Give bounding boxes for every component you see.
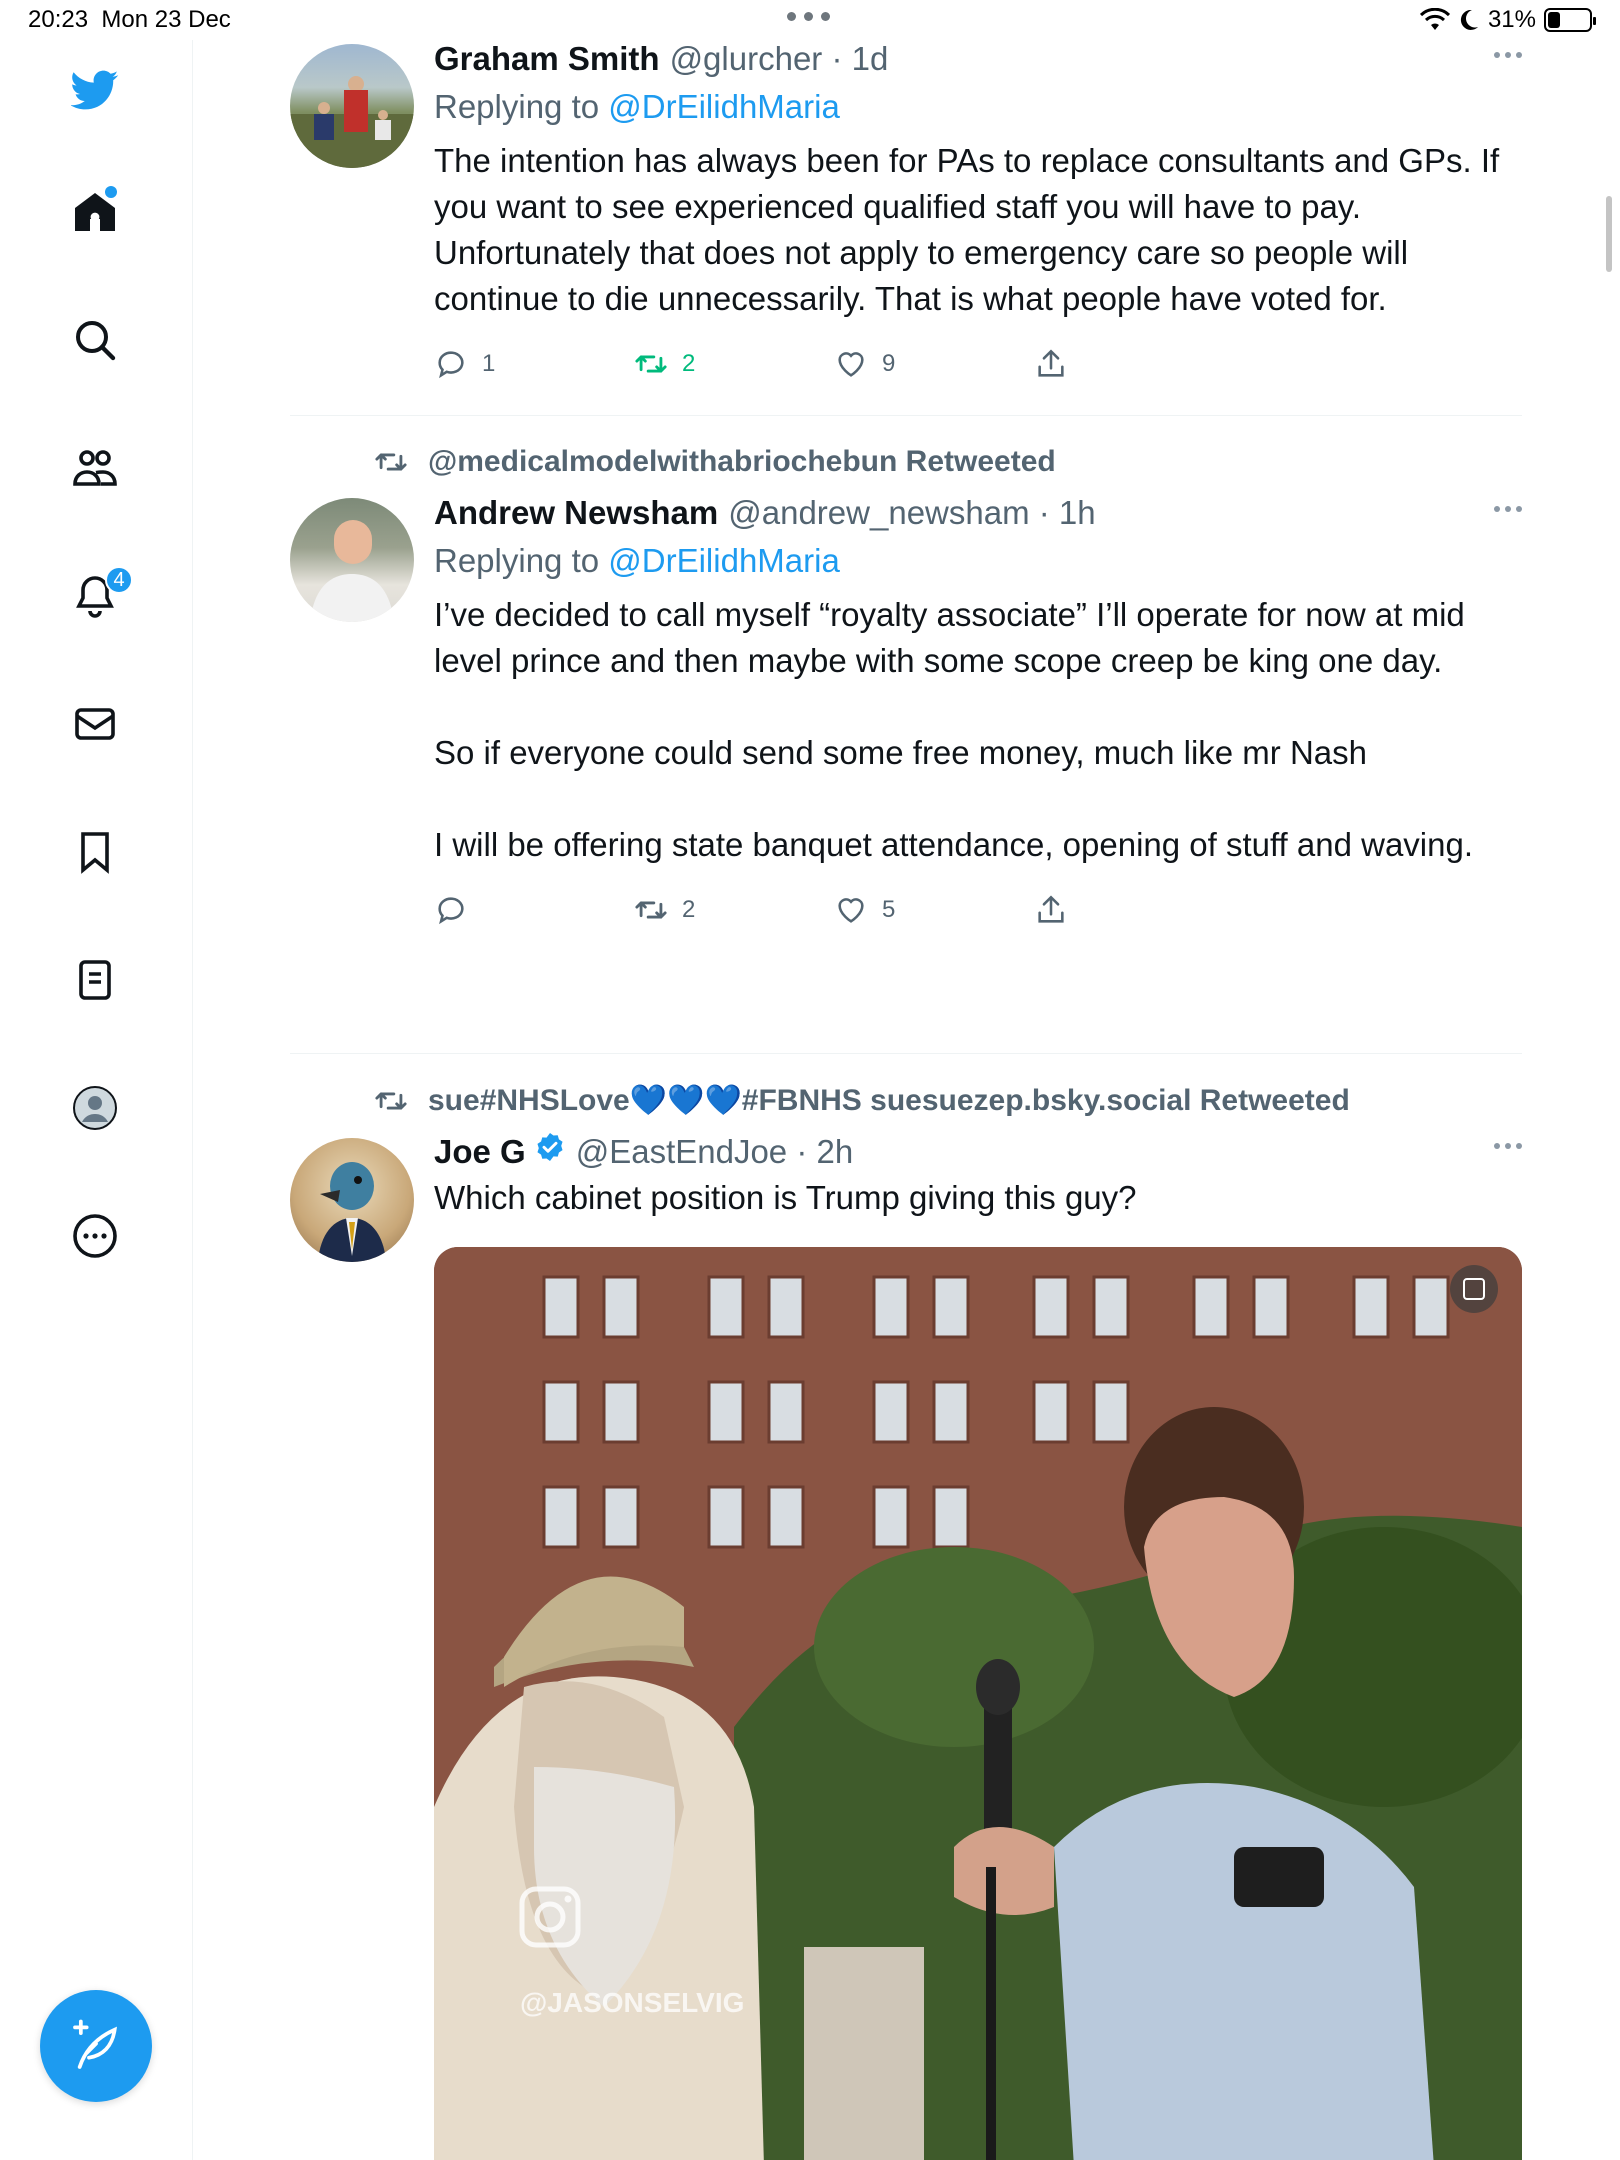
moon-icon [1460, 9, 1478, 30]
author-handle-time[interactable]: @andrew_newsham · 1h [728, 494, 1095, 532]
retweeted-by[interactable]: sue#NHSLove💙💙💙#FBNHS suesuezep.bsky.soci… [374, 1083, 1350, 1118]
reply-button[interactable]: 1 [434, 347, 634, 381]
replying-to: Replying to @DrEilidhMaria [434, 88, 1522, 126]
retweet-count: 2 [682, 896, 696, 923]
battery-icon [1544, 8, 1596, 32]
bookmark-icon[interactable] [65, 822, 125, 882]
reply-icon [438, 897, 464, 925]
tweet-header: Joe G @EastEndJoe · 2h [434, 1131, 1522, 1171]
reply-mention-link[interactable]: @DrEilidhMaria [608, 542, 840, 579]
more-menu-icon[interactable] [1494, 52, 1522, 58]
replying-to: Replying to @DrEilidhMaria [434, 542, 1522, 580]
compose-feather-icon [73, 2019, 117, 2069]
notifications-badge: 4 [105, 566, 133, 594]
twitter-bird-icon[interactable] [65, 60, 125, 120]
author-name[interactable]: Andrew Newsham [434, 494, 718, 532]
replying-label: Replying to [434, 542, 609, 579]
tweet-text: The intention has always been for PAs to… [434, 142, 1500, 317]
avatar[interactable] [290, 44, 414, 168]
sidebar: 4 [0, 40, 193, 2160]
retweeted-by[interactable]: @medicalmodelwithabriochebun Retweeted [374, 445, 1056, 479]
share-icon [1038, 895, 1064, 923]
reply-icon [438, 351, 464, 379]
status-bar: 20:23 Mon 23 Dec 31% [0, 0, 1620, 40]
retweet-button[interactable]: 2 [634, 893, 834, 927]
retweet-icon [375, 1092, 407, 1109]
tweet-actions: 1 2 9 [434, 344, 1522, 384]
home-unread-dot [105, 186, 117, 198]
share-icon [1038, 349, 1064, 377]
author-handle-time[interactable]: @glurcher · 1d [670, 40, 889, 78]
video-watermark: @JASONSELVIG [520, 1987, 744, 2018]
wifi-icon [1419, 8, 1450, 30]
replying-label: Replying to [434, 88, 609, 125]
home-icon[interactable] [65, 182, 125, 242]
lists-icon[interactable] [65, 950, 125, 1010]
status-date: Mon 23 Dec [101, 6, 231, 33]
verified-badge-icon [537, 1133, 563, 1161]
author-handle-time[interactable]: @EastEndJoe · 2h [576, 1133, 854, 1171]
more-menu-icon[interactable] [1494, 1143, 1522, 1149]
search-icon[interactable] [65, 310, 125, 370]
status-time: 20:23 [28, 6, 89, 33]
author-name[interactable]: Graham Smith [434, 40, 660, 78]
retweet-icon [375, 453, 407, 471]
tweet-header: Graham Smith @glurcher · 1d [434, 40, 1522, 78]
compose-tweet-button[interactable] [40, 1990, 152, 2102]
tweet-text: I’ve decided to call myself “royalty ass… [434, 596, 1474, 863]
tweet-divider [290, 1053, 1522, 1054]
retweeted-by-text[interactable]: @medicalmodelwithabriochebun Retweeted [428, 445, 1056, 479]
status-time-date: 20:23 Mon 23 Dec [28, 6, 231, 34]
tweet-actions: 2 5 [434, 890, 1522, 930]
share-button[interactable] [1034, 893, 1234, 927]
tweet-text: Which cabinet position is Trump giving t… [434, 1179, 1137, 1216]
scrollbar[interactable] [1606, 196, 1612, 272]
like-button[interactable]: 5 [834, 893, 1034, 927]
like-count: 5 [882, 896, 896, 923]
reply-mention-link[interactable]: @DrEilidhMaria [608, 88, 840, 125]
heart-icon [838, 352, 864, 377]
avatar[interactable] [290, 1138, 414, 1262]
reply-button[interactable] [434, 893, 634, 927]
heart-icon [838, 898, 864, 923]
battery-percent: 31% [1487, 6, 1536, 33]
retweeted-by-text[interactable]: sue#NHSLove💙💙💙#FBNHS suesuezep.bsky.soci… [428, 1083, 1350, 1118]
avatar[interactable] [290, 498, 414, 622]
tweet-video[interactable]: @JASONSELVIG [434, 1247, 1522, 2160]
like-button[interactable]: 9 [834, 347, 1034, 381]
share-button[interactable] [1034, 347, 1234, 381]
more-options-icon[interactable] [65, 1206, 125, 1266]
status-indicators: 31% [1419, 6, 1596, 34]
notifications-bell-icon[interactable]: 4 [65, 566, 133, 626]
retweet-count: 2 [682, 350, 696, 377]
retweet-button[interactable]: 2 [634, 347, 834, 381]
reply-count: 1 [482, 350, 496, 377]
communities-icon[interactable] [65, 438, 125, 498]
author-name[interactable]: Joe G [434, 1133, 526, 1171]
more-menu-icon[interactable] [1494, 506, 1522, 512]
envelope-icon[interactable] [65, 694, 125, 754]
multitasking-dots-icon[interactable] [787, 12, 830, 21]
retweet-icon [635, 355, 667, 373]
retweet-icon [635, 901, 667, 919]
tweet-header: Andrew Newsham @andrew_newsham · 1h [434, 494, 1522, 532]
tweet-divider [290, 415, 1522, 416]
profile-icon[interactable] [65, 1078, 125, 1138]
like-count: 9 [882, 350, 896, 377]
